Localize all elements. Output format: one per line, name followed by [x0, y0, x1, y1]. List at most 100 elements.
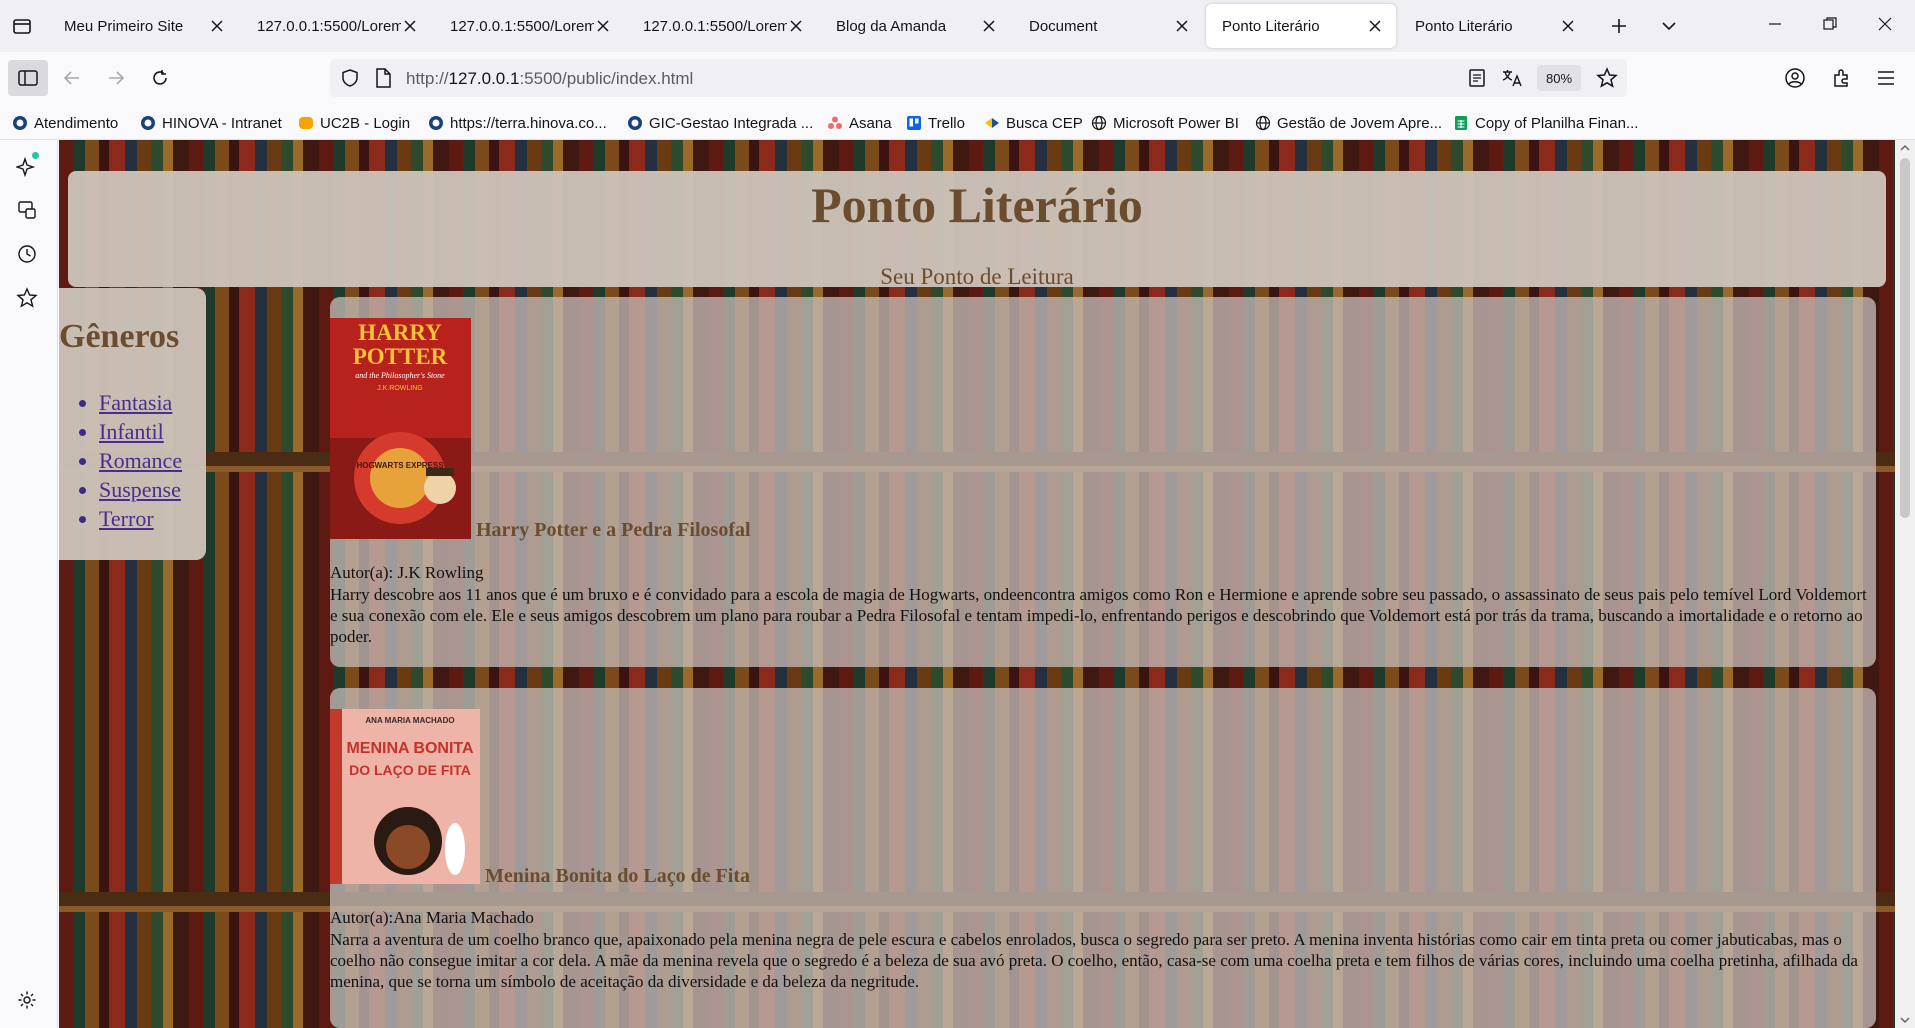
translate-icon[interactable]	[1501, 68, 1523, 93]
cover-author: J.K.ROWLING	[377, 385, 423, 392]
bookmark-atendimento[interactable]: Atendimento	[12, 113, 118, 133]
bookmark-asana[interactable]: Asana	[827, 113, 892, 133]
bookmark-busca-cep[interactable]: Busca CEP	[984, 113, 1083, 133]
tab-label: 127.0.0.1:5500/Loremlpsum	[257, 17, 401, 35]
genre-link-infantil[interactable]: Infantil	[99, 419, 164, 444]
bookmark-label: https://terra.hinova.co...	[450, 114, 607, 132]
back-button[interactable]	[54, 60, 90, 96]
bookmark-gic-gestao[interactable]: GIC-Gestao Integrada ...	[627, 113, 813, 133]
bookmark-terra-hinova[interactable]: https://terra.hinova.co...	[428, 113, 607, 133]
tab-document[interactable]: Document	[1013, 4, 1203, 48]
tab-lorem-h[interactable]: 127.0.0.1:5500/Lorem.h	[627, 4, 817, 48]
navigation-toolbar: http://127.0.0.1:5500/public/index.html …	[0, 52, 1915, 106]
tab-meu-primeiro-site[interactable]: Meu Primeiro Site	[48, 4, 238, 48]
account-icon[interactable]	[1777, 60, 1813, 96]
new-tab-button[interactable]	[1604, 12, 1634, 40]
bookmark-label: Trello	[928, 114, 965, 132]
correios-icon	[984, 115, 1000, 131]
close-icon[interactable]	[1366, 17, 1384, 35]
tab-blog-da-amanda[interactable]: Blog da Amanda	[820, 4, 1010, 48]
notification-dot	[32, 152, 39, 159]
tab-ponto-literario-active[interactable]: Ponto Literário	[1206, 4, 1396, 48]
sidebar-settings-gear-icon[interactable]	[13, 986, 41, 1014]
book-author: Autor(a): J.K Rowling	[330, 563, 484, 582]
globe-icon	[1091, 115, 1107, 131]
synced-tabs-icon[interactable]	[13, 196, 41, 224]
genre-link-romance[interactable]: Romance	[99, 448, 182, 473]
zoom-level-button[interactable]: 80%	[1537, 65, 1581, 91]
url-bar[interactable]: http://127.0.0.1:5500/public/index.html …	[330, 59, 1627, 97]
browser-sidebar	[0, 140, 58, 1028]
url-host: 127.0.0.1	[448, 69, 520, 88]
tab-ponto-literario[interactable]: Ponto Literário	[1399, 4, 1589, 48]
page-subtitle: Seu Ponto de Leitura	[880, 264, 1074, 289]
tab-loremipsum-1[interactable]: 127.0.0.1:5500/Loremlpsum	[241, 4, 431, 48]
book-description: Narra a aventura de um coelho branco que…	[330, 930, 1858, 991]
minimize-button[interactable]	[1745, 0, 1805, 48]
cover-title-line1: MENINA BONITA	[346, 740, 474, 757]
bookmark-star-icon[interactable]	[1596, 67, 1618, 94]
tab-label: Meu Primeiro Site	[64, 17, 184, 35]
book-description: Harry descobre aos 11 anos que é um brux…	[330, 585, 1867, 646]
site-header: Ponto Literário Seu Ponto de Leitura	[68, 171, 1886, 289]
genre-link-fantasia[interactable]: Fantasia	[99, 390, 172, 415]
page-title: Ponto Literário	[811, 177, 1143, 233]
sheets-icon	[1453, 115, 1469, 131]
bookmark-uc2b-login[interactable]: UC2B - Login	[298, 113, 410, 133]
scroll-down-arrow-icon[interactable]	[1899, 1014, 1911, 1026]
tab-label: 127.0.0.1:5500/Loremlpsum	[450, 17, 594, 35]
sidebar-toggle-button[interactable]	[8, 60, 48, 96]
page-info-icon[interactable]	[374, 68, 392, 93]
bookmark-label: Asana	[849, 114, 892, 132]
cover-author: ANA MARIA MACHADO	[365, 716, 454, 725]
bookmark-label: Busca CEP	[1006, 114, 1083, 132]
hinova-icon	[140, 115, 156, 131]
bookmark-trello[interactable]: Trello	[906, 113, 965, 133]
url-text[interactable]: http://127.0.0.1:5500/public/index.html	[406, 69, 693, 89]
tab-loremipsum-2[interactable]: 127.0.0.1:5500/Loremlpsum	[434, 4, 624, 48]
url-path: :5500/public/index.html	[519, 69, 694, 88]
close-icon[interactable]	[1559, 17, 1577, 35]
close-icon[interactable]	[594, 17, 612, 35]
bookmark-hinova-intranet[interactable]: HINOVA - Intranet	[140, 113, 282, 133]
tab-label: Document	[1029, 17, 1098, 35]
bookmark-label: GIC-Gestao Integrada ...	[649, 114, 814, 132]
firefox-view-icon[interactable]	[8, 12, 36, 40]
list-all-tabs-button[interactable]	[1654, 12, 1684, 40]
tab-label: Ponto Literário	[1222, 17, 1320, 35]
cover-subtitle: and the Philosopher's Stone	[355, 371, 445, 380]
list-item: Terror	[99, 504, 182, 533]
close-icon[interactable]	[401, 17, 419, 35]
restore-button[interactable]	[1800, 0, 1860, 48]
history-icon[interactable]	[13, 240, 41, 268]
bookmark-label: Copy of Planilha Finan...	[1475, 114, 1639, 132]
reload-button[interactable]	[142, 60, 178, 96]
close-icon[interactable]	[208, 17, 226, 35]
menu-icon[interactable]	[1868, 60, 1904, 96]
close-icon[interactable]	[1173, 17, 1191, 35]
close-window-button[interactable]	[1855, 0, 1915, 48]
url-scheme: http://	[406, 69, 449, 88]
genres-list: Fantasia Infantil Romance Suspense Terro…	[99, 388, 182, 533]
extensions-icon[interactable]	[1823, 60, 1859, 96]
scroll-up-arrow-icon[interactable]	[1899, 142, 1911, 154]
globe-icon	[1255, 115, 1271, 131]
book-card: HARRY POTTER and the Philosopher's Stone…	[330, 297, 1876, 667]
close-icon[interactable]	[787, 17, 805, 35]
list-item: Infantil	[99, 417, 182, 446]
forward-button[interactable]	[98, 60, 134, 96]
genre-link-suspense[interactable]: Suspense	[99, 477, 181, 502]
reader-view-icon[interactable]	[1468, 68, 1486, 93]
ai-chatbot-icon[interactable]	[13, 152, 41, 180]
bookmarks-star-icon[interactable]	[13, 284, 41, 312]
bookmark-gestao-jovem[interactable]: Gestão de Jovem Apre...	[1255, 113, 1442, 133]
genre-link-terror[interactable]: Terror	[99, 506, 154, 531]
bookmark-planilha[interactable]: Copy of Planilha Finan...	[1453, 113, 1638, 133]
cover-title-line2: DO LAÇO DE FITA	[349, 762, 471, 778]
uc2b-icon	[298, 115, 314, 131]
bookmark-power-bi[interactable]: Microsoft Power BI	[1091, 113, 1239, 133]
close-icon[interactable]	[980, 17, 998, 35]
shield-icon[interactable]	[340, 68, 360, 93]
page-scrollbar[interactable]	[1895, 140, 1915, 1028]
scrollbar-thumb[interactable]	[1900, 158, 1910, 518]
